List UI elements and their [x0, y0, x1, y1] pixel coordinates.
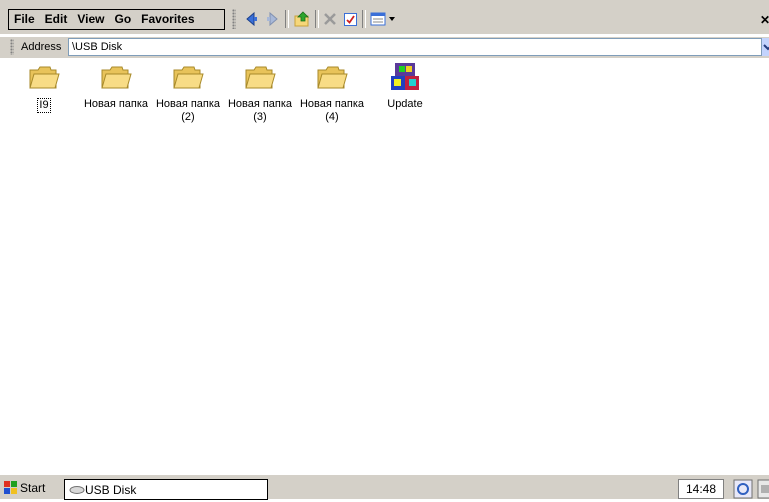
address-label: Address — [21, 41, 62, 53]
folder-icon — [101, 66, 132, 89]
command-bar: File Edit View Go Favorites ✕ — [0, 0, 769, 34]
folder-icon — [245, 66, 276, 89]
delete-icon — [324, 13, 336, 25]
clock[interactable]: 14:48 — [678, 479, 724, 499]
up-folder-button[interactable] — [293, 10, 311, 28]
folder-icon — [29, 66, 60, 89]
task-label: USB Disk — [85, 482, 137, 497]
delete-button[interactable] — [321, 10, 339, 28]
menu-edit[interactable]: Edit — [40, 10, 73, 29]
system-tray-icon — [757, 479, 769, 499]
close-icon[interactable]: ✕ — [760, 13, 769, 27]
menu-view[interactable]: View — [72, 10, 109, 29]
back-icon — [246, 12, 257, 26]
tray-icon-system[interactable] — [757, 479, 769, 499]
chevron-down-icon — [763, 44, 769, 51]
folder-item[interactable]: Новая папка (2) — [152, 62, 224, 124]
windows-logo-icon — [4, 481, 17, 494]
up-folder-icon — [294, 11, 309, 27]
menu-favorites[interactable]: Favorites — [136, 10, 199, 29]
file-list: I9 Новая папка Новая папка (2) Новая пап… — [0, 60, 769, 474]
tray-icon-connection[interactable] — [733, 479, 753, 499]
drive-icon — [69, 485, 85, 494]
folder-icon — [317, 66, 348, 89]
update-program-icon — [391, 63, 419, 90]
forward-icon — [267, 12, 278, 26]
start-button[interactable]: Start — [2, 478, 45, 498]
start-label: Start — [20, 481, 46, 495]
forward-button[interactable] — [263, 10, 281, 28]
address-bar: Address \USB Disk — [0, 37, 769, 58]
taskbar: Start USB Disk 14:48 — [0, 474, 769, 500]
item-label: I9 — [37, 98, 51, 113]
toolbar-separator — [315, 10, 319, 28]
menu-file[interactable]: File — [9, 10, 40, 29]
address-input[interactable]: \USB Disk — [68, 38, 762, 56]
menu-bar: File Edit View Go Favorites — [8, 9, 225, 30]
properties-icon — [343, 12, 357, 26]
item-label: Новая папка (2) — [155, 98, 221, 123]
folder-icon — [173, 66, 204, 89]
address-dropdown-button[interactable] — [762, 38, 769, 56]
view-menu-icon — [370, 12, 395, 26]
toolbar-separator — [285, 10, 289, 28]
folder-item[interactable]: Новая папка (4) — [296, 62, 368, 124]
view-menu-button[interactable] — [370, 10, 398, 28]
address-grip[interactable] — [10, 39, 14, 55]
program-item[interactable]: Update — [369, 62, 441, 111]
properties-button[interactable] — [341, 10, 359, 28]
folder-item[interactable]: Новая папка — [80, 62, 152, 111]
item-label: Новая папка (4) — [299, 98, 365, 123]
folder-item[interactable]: Новая папка (3) — [224, 62, 296, 124]
connection-icon — [733, 479, 753, 499]
item-label: Новая папка (3) — [227, 98, 293, 123]
item-label: Update — [387, 98, 423, 110]
toolbar-separator — [362, 10, 366, 28]
toolbar-grip[interactable] — [232, 9, 236, 29]
back-button[interactable] — [243, 10, 261, 28]
task-button-usb-disk[interactable]: USB Disk — [64, 479, 268, 500]
menu-go[interactable]: Go — [109, 10, 136, 29]
folder-item[interactable]: I9 — [8, 62, 80, 113]
item-label: Новая папка — [83, 98, 149, 110]
